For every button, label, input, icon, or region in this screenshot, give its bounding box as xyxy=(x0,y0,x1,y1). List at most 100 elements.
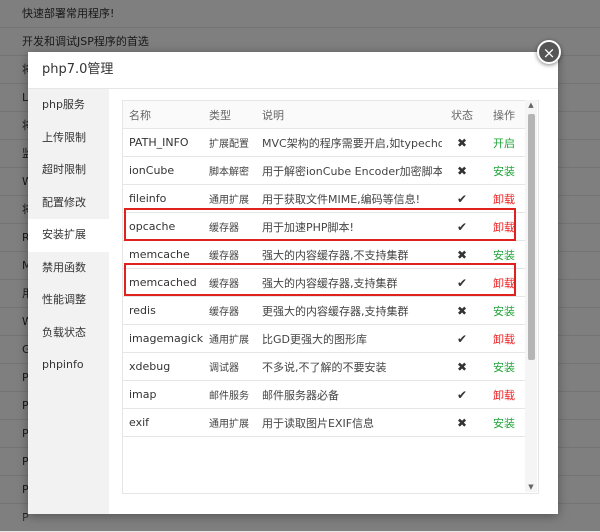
extension-status: ✔ xyxy=(442,184,482,213)
extension-status: ✔ xyxy=(442,268,482,297)
extension-type: 调试器 xyxy=(203,352,256,381)
cross-icon: ✖ xyxy=(456,163,468,178)
cross-icon: ✖ xyxy=(456,135,468,150)
extension-action-cell: 开启 xyxy=(482,128,526,157)
extension-desc: 邮件服务器必备 xyxy=(256,380,442,409)
install-link[interactable]: 安装 xyxy=(493,417,515,430)
extension-action-cell: 安装 xyxy=(482,240,526,269)
checkmark-icon: ✔ xyxy=(456,275,468,290)
extension-name: redis xyxy=(123,296,203,325)
table-row: xdebug 调试器 不多说,不了解的不要安装 ✖ 安装 xyxy=(123,352,526,381)
uninstall-link[interactable]: 卸载 xyxy=(493,221,515,234)
header-name: 名称 xyxy=(123,101,203,129)
extension-status: ✖ xyxy=(442,240,482,269)
extension-action-cell: 安装 xyxy=(482,408,526,437)
extension-name: imagemagick xyxy=(123,324,203,353)
extension-name: fileinfo xyxy=(123,184,203,213)
extension-desc: 更强大的内容缓存器,支持集群 xyxy=(256,296,442,325)
table-row: fileinfo 通用扩展 用于获取文件MIME,编码等信息! ✔ 卸载 xyxy=(123,184,526,213)
extension-name: xdebug xyxy=(123,352,203,381)
extension-action-cell: 安装 xyxy=(482,156,526,185)
nav-item-1[interactable]: 上传限制 xyxy=(28,122,109,155)
scroll-up-arrow-icon[interactable]: ▲ xyxy=(525,100,537,110)
header-status: 状态 xyxy=(442,101,482,129)
cross-icon: ✖ xyxy=(456,415,468,430)
extension-desc: MVC架构的程序需要开启,如typecho xyxy=(256,128,442,157)
extension-type: 通用扩展 xyxy=(203,184,256,213)
extension-desc: 强大的内容缓存器,不支持集群 xyxy=(256,240,442,269)
extension-desc: 用于读取图片EXIF信息 xyxy=(256,408,442,437)
header-op: 操作 xyxy=(482,101,526,129)
checkmark-icon: ✔ xyxy=(456,191,468,206)
uninstall-link[interactable]: 卸载 xyxy=(493,193,515,206)
extension-name: PATH_INFO xyxy=(123,128,203,157)
side-nav: php服务 上传限制 超时限制 配置修改 安装扩展 禁用函数 性能调整 负载状态 phpinfo xyxy=(28,89,109,514)
extension-desc: 用于获取文件MIME,编码等信息! xyxy=(256,184,442,213)
extension-type: 邮件服务 xyxy=(203,380,256,409)
table-row: PATH_INFO 扩展配置 MVC架构的程序需要开启,如typecho ✖ 开启 xyxy=(123,128,526,157)
extension-action-cell: 卸载 xyxy=(482,212,526,241)
extension-action-cell: 卸载 xyxy=(482,324,526,353)
extension-type: 缓存器 xyxy=(203,296,256,325)
install-link[interactable]: 安装 xyxy=(493,249,515,262)
header-type: 类型 xyxy=(203,101,256,129)
checkmark-icon: ✔ xyxy=(456,387,468,402)
nav-item-5[interactable]: 禁用函数 xyxy=(28,252,109,285)
extension-action-cell: 安装 xyxy=(482,296,526,325)
extensions-table-container: 名称 类型 说明 状态 操作 PATH_INFO 扩展配置 MVC架构的程序需要开启… xyxy=(122,100,539,494)
extension-status: ✖ xyxy=(442,352,482,381)
install-link[interactable]: 安装 xyxy=(493,305,515,318)
scrollbar-thumb[interactable] xyxy=(528,114,535,360)
uninstall-link[interactable]: 卸载 xyxy=(493,333,515,346)
extension-action-cell: 安装 xyxy=(482,352,526,381)
uninstall-link[interactable]: 卸载 xyxy=(493,277,515,290)
extension-action-cell: 卸载 xyxy=(482,380,526,409)
extension-desc: 比GD更强大的图形库 xyxy=(256,324,442,353)
nav-item-7[interactable]: 负载状态 xyxy=(28,317,109,350)
install-link[interactable]: 安装 xyxy=(493,165,515,178)
extension-desc: 不多说,不了解的不要安装 xyxy=(256,352,442,381)
extension-name: memcached xyxy=(123,268,203,297)
extensions-table: 名称 类型 说明 状态 操作 PATH_INFO 扩展配置 MVC架构的程序需要开启… xyxy=(123,101,526,437)
table-row: redis 缓存器 更强大的内容缓存器,支持集群 ✖ 安装 xyxy=(123,296,526,325)
extension-type: 通用扩展 xyxy=(203,324,256,353)
extension-desc: 用于加速PHP脚本! xyxy=(256,212,442,241)
install-link[interactable]: 开启 xyxy=(493,137,515,150)
cross-icon: ✖ xyxy=(456,247,468,262)
table-header-row: 名称 类型 说明 状态 操作 xyxy=(123,101,526,129)
extension-type: 缓存器 xyxy=(203,268,256,297)
table-scrollbar[interactable]: ▲ ▼ xyxy=(525,100,537,492)
extension-desc: 强大的内容缓存器,支持集群 xyxy=(256,268,442,297)
scroll-down-arrow-icon[interactable]: ▼ xyxy=(525,482,537,492)
cross-icon: ✖ xyxy=(456,303,468,318)
install-link[interactable]: 安装 xyxy=(493,361,515,374)
extension-action-cell: 卸载 xyxy=(482,184,526,213)
extension-status: ✖ xyxy=(442,408,482,437)
table-row: imap 邮件服务 邮件服务器必备 ✔ 卸载 xyxy=(123,380,526,409)
php-manager-modal: php7.0管理 php服务 上传限制 超时限制 配置修改 安装扩展 禁用函数 性能调整 负载… xyxy=(28,52,558,514)
extension-type: 缓存器 xyxy=(203,240,256,269)
nav-item-2[interactable]: 超时限制 xyxy=(28,154,109,187)
extension-status: ✖ xyxy=(442,156,482,185)
table-row: ionCube 脚本解密 用于解密ionCube Encoder加密脚本! ✖ 安装 xyxy=(123,156,526,185)
extension-type: 脚本解密 xyxy=(203,156,256,185)
extension-type: 通用扩展 xyxy=(203,408,256,437)
uninstall-link[interactable]: 卸载 xyxy=(493,389,515,402)
nav-item-3[interactable]: 配置修改 xyxy=(28,187,109,220)
extension-status: ✖ xyxy=(442,128,482,157)
checkmark-icon: ✔ xyxy=(456,219,468,234)
extension-desc: 用于解密ionCube Encoder加密脚本! xyxy=(256,156,442,185)
extension-name: opcache xyxy=(123,212,203,241)
table-row: memcached 缓存器 强大的内容缓存器,支持集群 ✔ 卸载 xyxy=(123,268,526,297)
extension-name: ionCube xyxy=(123,156,203,185)
extension-status: ✖ xyxy=(442,296,482,325)
nav-item-6[interactable]: 性能调整 xyxy=(28,284,109,317)
nav-item-4[interactable]: 安装扩展 xyxy=(28,219,109,252)
extension-status: ✔ xyxy=(442,380,482,409)
nav-item-8[interactable]: phpinfo xyxy=(28,349,109,382)
extension-status: ✔ xyxy=(442,212,482,241)
nav-item-0[interactable]: php服务 xyxy=(28,89,109,122)
close-icon[interactable]: × xyxy=(537,40,561,64)
extension-type: 缓存器 xyxy=(203,212,256,241)
modal-title: php7.0管理 xyxy=(28,52,558,89)
